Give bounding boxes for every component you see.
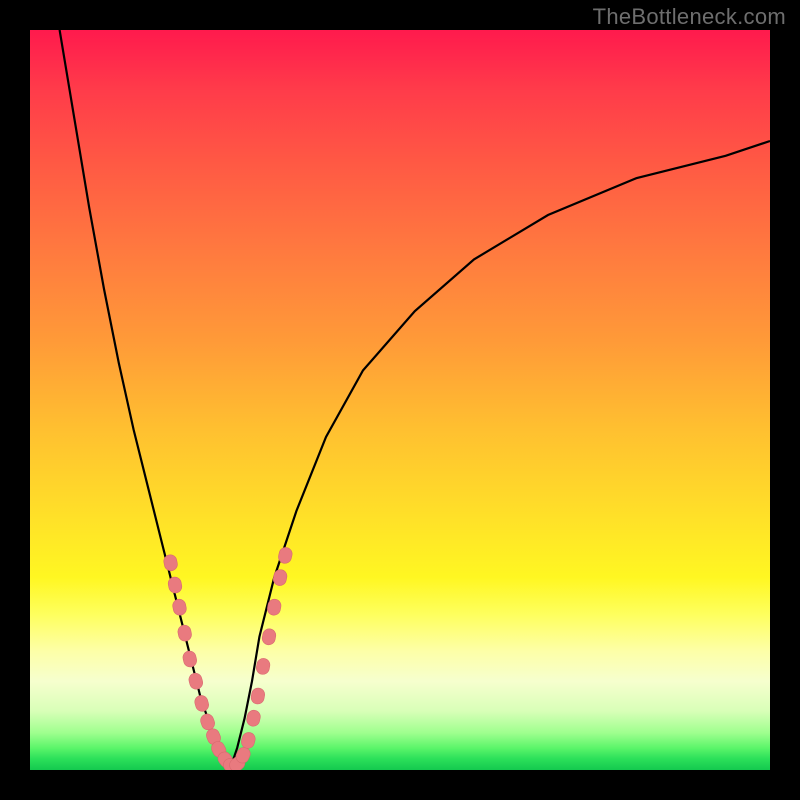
outer-frame: TheBottleneck.com (0, 0, 800, 800)
curve-layer (30, 30, 770, 770)
bead-marker (182, 650, 198, 669)
bead-marker (245, 709, 261, 727)
bead-marker (167, 576, 183, 594)
bead-marker (255, 657, 271, 675)
bead-marker (187, 672, 204, 691)
bead-marker (193, 694, 210, 713)
bead-marker (261, 628, 277, 646)
bead-marker (250, 687, 266, 705)
watermark-text: TheBottleneck.com (593, 4, 786, 30)
bead-marker (272, 568, 288, 586)
bead-marker (240, 731, 257, 750)
plot-area (30, 30, 770, 770)
bead-marker (172, 598, 188, 616)
curve-left-curve (60, 30, 230, 770)
curve-right-curve (230, 141, 770, 770)
bead-marker (177, 624, 193, 642)
